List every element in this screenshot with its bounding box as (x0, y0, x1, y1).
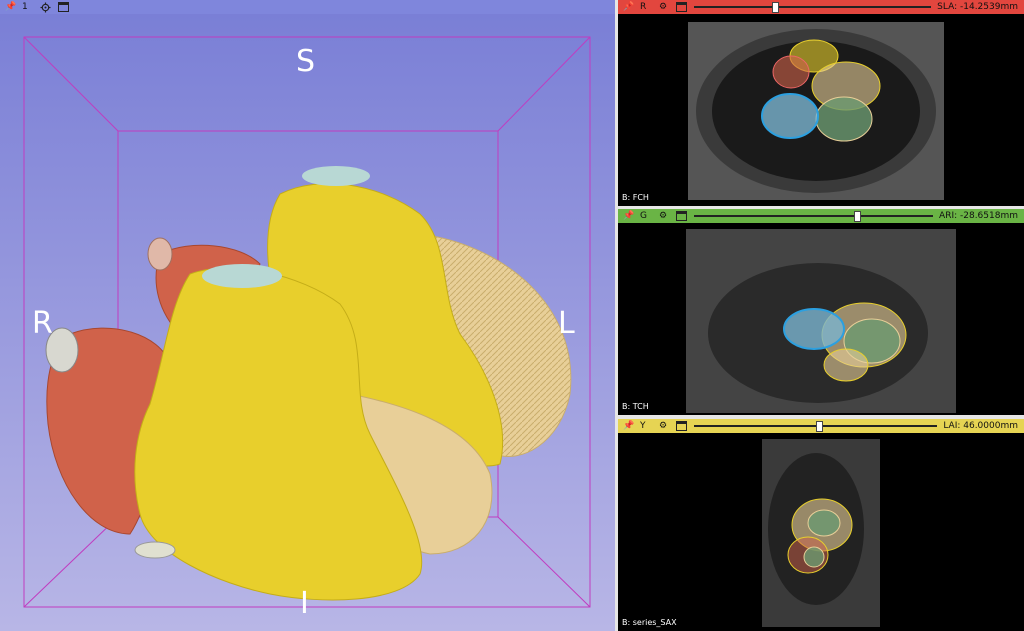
yellow-view-slice-slider[interactable] (694, 421, 938, 432)
link-icon[interactable]: ⚙ (656, 420, 670, 432)
green-view-readout: ARI: -28.6518mm (939, 211, 1018, 221)
green-view-name: G (640, 211, 647, 221)
green-slice-content (686, 229, 956, 413)
yellow-view-readout: LAI: 46.0000mm (943, 421, 1018, 431)
red-slice-content (688, 22, 944, 200)
orientation-right: R (32, 306, 53, 341)
yellow-slice-view[interactable]: 📌 Y ⚙ LAI: 46.0000mm B: series_SAX (618, 419, 1024, 631)
valve-top (302, 166, 370, 186)
pin-icon[interactable]: 📌 (622, 1, 636, 13)
orientation-superior: S (296, 44, 316, 79)
3d-view[interactable]: 📌 1 S R L I (0, 0, 615, 631)
red-view-name: R (640, 2, 647, 12)
vessel-bottom (134, 541, 176, 559)
3d-scene (23, 36, 591, 608)
valve-front (202, 264, 282, 288)
link-icon[interactable]: ⚙ (656, 1, 670, 13)
red-view-slice-slider[interactable] (694, 2, 932, 13)
orientation-inferior: I (300, 586, 309, 621)
window-icon[interactable] (674, 420, 688, 432)
red-view-readout: SLA: -14.2539mm (937, 2, 1018, 12)
green-slider-thumb[interactable] (854, 211, 862, 222)
red-view-toolbar: 📌 R ⚙ SLA: -14.2539mm (618, 0, 1024, 14)
pin-icon[interactable]: 📌 (622, 210, 636, 222)
red-view-label: B: FCH (622, 193, 649, 202)
green-slice-image[interactable]: B: TCH (618, 223, 1024, 415)
3d-view-toolbar: 📌 1 (0, 0, 615, 14)
green-view-label: B: TCH (622, 402, 649, 411)
red-slider-thumb[interactable] (772, 2, 780, 13)
red-slice-view[interactable]: 📌 R ⚙ SLA: -14.2539mm B: FCH (618, 0, 1024, 206)
gear-icon[interactable] (38, 1, 52, 13)
window-icon[interactable] (56, 1, 70, 13)
yellow-view-name: Y (640, 421, 646, 431)
vessel-upper (147, 237, 173, 271)
yellow-slice-image[interactable]: B: series_SAX (618, 433, 1024, 631)
yellow-slice-content (762, 439, 880, 627)
window-icon[interactable] (674, 1, 688, 13)
window-icon[interactable] (674, 210, 688, 222)
orientation-left: L (558, 306, 575, 341)
yellow-view-toolbar: 📌 Y ⚙ LAI: 46.0000mm (618, 419, 1024, 433)
pin-icon[interactable]: 📌 (622, 420, 636, 432)
pin-icon[interactable]: 📌 (4, 1, 18, 13)
yellow-view-label: B: series_SAX (622, 618, 677, 627)
link-icon[interactable]: ⚙ (656, 210, 670, 222)
yellow-slider-thumb[interactable] (815, 421, 823, 432)
green-view-toolbar: 📌 G ⚙ ARI: -28.6518mm (618, 209, 1024, 223)
green-view-slice-slider[interactable] (694, 211, 934, 222)
3d-render-area[interactable]: S R L I (0, 14, 615, 631)
red-slice-image[interactable]: B: FCH (618, 14, 1024, 206)
3d-view-layout-number[interactable]: 1 (22, 2, 34, 12)
green-slice-view[interactable]: 📌 G ⚙ ARI: -28.6518mm B: TCH (618, 209, 1024, 415)
